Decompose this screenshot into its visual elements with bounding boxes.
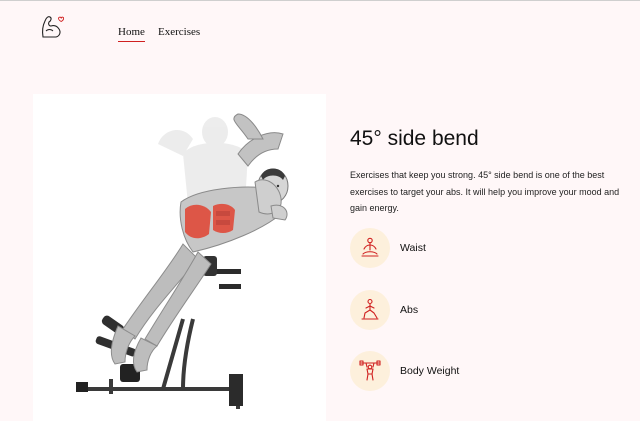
exercise-illustration (76, 113, 289, 409)
tag-body-weight[interactable]: Body Weight (350, 349, 459, 393)
tag-circle (350, 228, 390, 268)
nav-link-home[interactable]: Home (118, 25, 145, 42)
nav-link-exercises[interactable]: Exercises (158, 25, 200, 39)
tag-circle (350, 351, 390, 391)
tag-waist[interactable]: Waist (350, 226, 426, 270)
tag-label: Abs (400, 304, 419, 316)
exercise-description: Exercises that keep you strong. 45° side… (350, 170, 620, 213)
exercise-image-panel (33, 94, 326, 421)
tag-label: Waist (400, 242, 426, 254)
top-navigation: Home Exercises (0, 1, 640, 61)
meditation-pose-icon (361, 237, 379, 257)
lunge-pose-icon (361, 298, 379, 320)
dumbbell-lift-icon (359, 360, 381, 381)
tag-circle (350, 290, 390, 330)
exercise-title: 45° side bend (350, 127, 479, 150)
flexed-arm-heart-logo-icon[interactable] (40, 13, 64, 39)
tag-abs[interactable]: Abs (350, 288, 418, 332)
tag-label: Body Weight (400, 365, 460, 377)
